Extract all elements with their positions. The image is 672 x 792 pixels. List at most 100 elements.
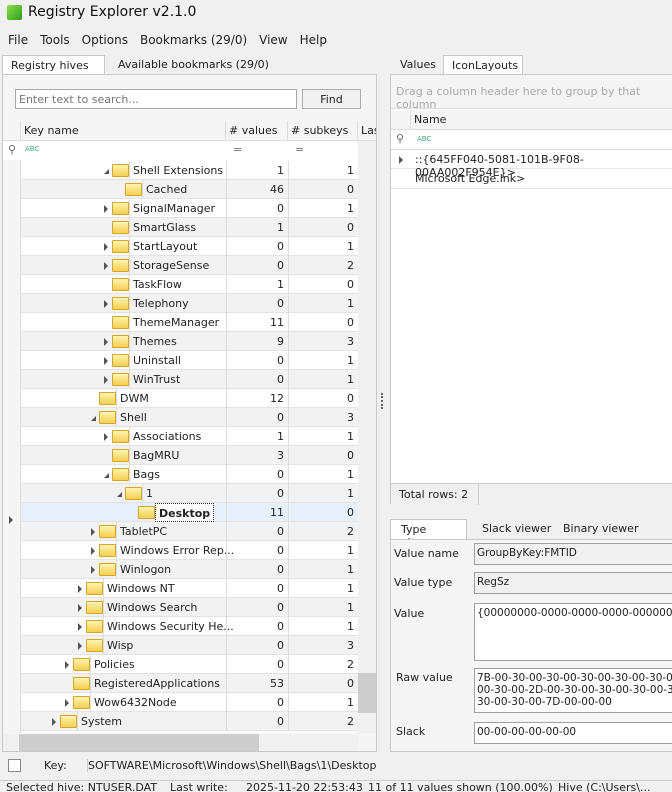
expand-arrow-icon[interactable]	[104, 338, 108, 346]
tree-row[interactable]: Winlogon 0 1	[21, 560, 358, 579]
subkeys-count: 0	[288, 313, 358, 332]
tree-row[interactable]: Policies 0 2	[21, 655, 358, 674]
expand-arrow-icon[interactable]	[91, 528, 95, 536]
value-name-field[interactable]: GroupByKey:FMTID	[474, 543, 672, 565]
menu-file[interactable]: File	[8, 33, 28, 47]
value-field[interactable]: {00000000-0000-0000-0000-000000000000	[474, 603, 672, 661]
expand-arrow-icon[interactable]	[78, 642, 82, 650]
menu-view[interactable]: View	[259, 33, 287, 47]
tree-row[interactable]: Windows Error Rep... 0 1	[21, 541, 358, 560]
menu-bookmarks[interactable]: Bookmarks (29/0)	[140, 33, 247, 47]
group-by-panel[interactable]: Drag a column header here to group by th…	[391, 75, 672, 111]
tab-iconlayouts[interactable]: IconLayouts	[443, 55, 523, 75]
tree-row[interactable]: BagMRU 3 0	[21, 446, 358, 465]
tree-row[interactable]: Wow6432Node 0 1	[21, 693, 358, 712]
tree-row[interactable]: System 0 2	[21, 712, 358, 731]
tab-binary-viewer[interactable]: Binary viewer	[555, 519, 646, 539]
folder-icon	[112, 278, 129, 291]
col-values[interactable]: # values	[226, 121, 288, 141]
tree-row[interactable]: Uninstall 0 1	[21, 351, 358, 370]
collapse-arrow-icon[interactable]	[91, 416, 96, 421]
col-subkeys[interactable]: # subkeys	[288, 121, 358, 141]
values-filter-equals[interactable]: =	[233, 143, 242, 156]
horizontal-scrollbar[interactable]	[3, 734, 358, 751]
menu-options[interactable]: Options	[82, 33, 128, 47]
splitter-handle[interactable]	[381, 393, 384, 409]
horizontal-scrollbar-thumb[interactable]	[19, 734, 259, 751]
find-button[interactable]: Find	[302, 89, 361, 109]
expand-arrow-icon[interactable]	[104, 376, 108, 384]
abc-filter-icon[interactable]: ABC	[417, 135, 431, 143]
subkeys-count: 3	[288, 332, 358, 351]
values-count: 1	[226, 218, 288, 237]
tab-values[interactable]: Values	[392, 55, 444, 75]
col-last-write[interactable]: Las	[358, 121, 376, 141]
value-row[interactable]: Microsoft Edge.lnk>	[391, 169, 672, 189]
expand-arrow-icon[interactable]	[78, 623, 82, 631]
expand-arrow-icon[interactable]	[78, 585, 82, 593]
abc-filter-icon[interactable]: ABC	[25, 145, 39, 153]
tree-row[interactable]: Telephony 0 1	[21, 294, 358, 313]
tree-row[interactable]: Associations 1 1	[21, 427, 358, 446]
tree-row[interactable]: Windows Search 0 1	[21, 598, 358, 617]
expand-arrow-icon[interactable]	[104, 262, 108, 270]
col-name[interactable]: Name	[411, 110, 672, 130]
tree-row[interactable]: StorageSense 0 2	[21, 256, 358, 275]
folder-icon	[112, 373, 129, 386]
subkeys-filter-equals[interactable]: =	[295, 143, 304, 156]
expand-arrow-icon[interactable]	[104, 243, 108, 251]
subkeys-count: 1	[288, 370, 358, 389]
vertical-scrollbar[interactable]	[358, 141, 376, 733]
tree-row[interactable]: Cached 46 0	[21, 180, 358, 199]
tree-row[interactable]: StartLayout 0 1	[21, 237, 358, 256]
expand-arrow-icon[interactable]	[52, 718, 56, 726]
raw-value-field[interactable]: 7B-00-30-00-30-00-30-00-30-00-30-00-30-0…	[474, 668, 672, 713]
expand-arrow-icon[interactable]	[104, 433, 108, 441]
tree-row[interactable]: ThemeManager 11 0	[21, 313, 358, 332]
expand-arrow-icon[interactable]	[104, 357, 108, 365]
key-name: RegisteredApplications	[90, 674, 226, 693]
tree-row[interactable]: Wisp 0 3	[21, 636, 358, 655]
expand-arrow-icon[interactable]	[104, 205, 108, 213]
expand-arrow-icon[interactable]	[104, 300, 108, 308]
collapse-arrow-icon[interactable]	[104, 473, 109, 478]
expand-arrow-icon[interactable]	[91, 547, 95, 555]
tree-row[interactable]: 101	[21, 484, 358, 503]
expand-arrow-icon[interactable]	[65, 661, 69, 669]
expand-arrow-icon[interactable]	[78, 604, 82, 612]
tree-row[interactable]: WinTrust 0 1	[21, 370, 358, 389]
tree-row[interactable]: SignalManager 0 1	[21, 199, 358, 218]
menu-tools[interactable]: Tools	[40, 33, 70, 47]
expand-arrow-icon[interactable]	[65, 699, 69, 707]
menu-help[interactable]: Help	[300, 33, 327, 47]
subkeys-count: 1	[288, 237, 358, 256]
tree-row[interactable]: SmartGlass 1 0	[21, 218, 358, 237]
tree-row[interactable]: Themes 9 3	[21, 332, 358, 351]
keybar-checkbox[interactable]	[8, 759, 21, 772]
expand-arrow-icon[interactable]	[91, 566, 95, 574]
tree-row[interactable]: RegisteredApplications 53 0	[21, 674, 358, 693]
tree-row[interactable]: Shell Extensions 1 1	[21, 161, 358, 180]
tab-slack-viewer[interactable]: Slack viewer	[474, 519, 559, 539]
subkeys-count: 1	[288, 560, 358, 579]
tree-row[interactable]: Windows NT 0 1	[21, 579, 358, 598]
tree-row[interactable]: TaskFlow 1 0	[21, 275, 358, 294]
collapse-arrow-icon[interactable]	[104, 169, 109, 174]
vertical-scrollbar-thumb[interactable]	[358, 673, 376, 713]
subkeys-count: 2	[288, 522, 358, 541]
value-type-field[interactable]: RegSz	[474, 572, 672, 594]
tree-row[interactable]: TabletPC 0 2	[21, 522, 358, 541]
tree-row[interactable]: Desktop 11 0	[21, 503, 358, 522]
tree-row[interactable]: DWM 12 0	[21, 389, 358, 408]
tab-registry-hives[interactable]: Registry hives (1)	[2, 55, 105, 85]
tree-row[interactable]: Bags 0 1	[21, 465, 358, 484]
value-row[interactable]: ::{645FF040-5081-101B-9F08-00AA002F954E}…	[391, 149, 672, 179]
search-input[interactable]	[15, 89, 297, 109]
collapse-arrow-icon[interactable]	[117, 492, 122, 497]
slack-field[interactable]: 00-00-00-00-00-00	[474, 722, 672, 744]
tree-row[interactable]: Windows Security He... 0 1	[21, 617, 358, 636]
tab-type-viewer[interactable]: Type viewer	[390, 519, 467, 549]
tab-available-bookmarks[interactable]: Available bookmarks (29/0)	[110, 55, 277, 75]
col-key-name[interactable]: Key name	[21, 121, 226, 141]
tree-row[interactable]: Shell 0 3	[21, 408, 358, 427]
